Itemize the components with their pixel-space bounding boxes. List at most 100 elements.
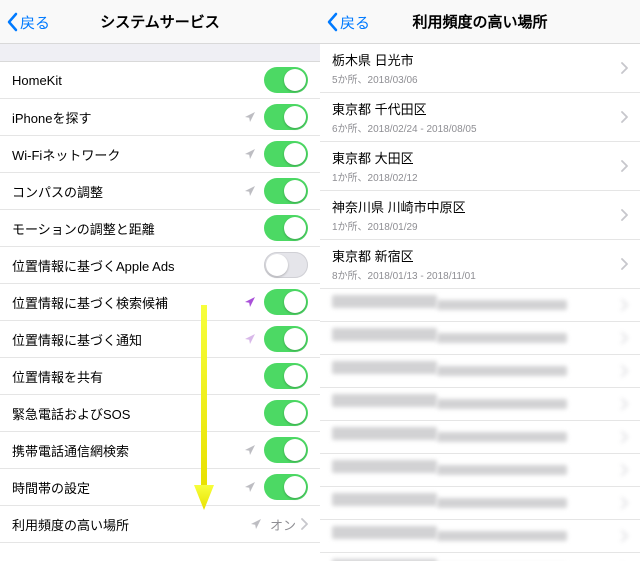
row-label: 利用頻度の高い場所 — [12, 515, 250, 534]
redacted-text — [437, 498, 567, 508]
location-subtitle: 1か所、2018/01/29 — [332, 218, 620, 233]
redacted-text — [437, 333, 567, 343]
row-label: Wi-Fiネットワーク — [12, 145, 244, 164]
location-title: 栃木県 日光市 — [332, 50, 620, 69]
left-pane: 戻る システムサービス HomeKitiPhoneを探すWi-Fiネットワークコ… — [0, 0, 320, 561]
settings-row: 時間帯の設定 — [0, 469, 320, 506]
chevron-right-icon — [300, 518, 308, 530]
redacted-text — [332, 460, 437, 473]
location-title: 東京都 大田区 — [332, 148, 620, 167]
chevron-right-icon — [620, 332, 628, 344]
location-row[interactable]: 東京都 千代田区 6か所、2018/02/24 - 2018/08/05 — [320, 93, 640, 142]
page-title: 利用頻度の高い場所 — [412, 11, 547, 32]
settings-row: 位置情報に基づく検索候補 — [0, 284, 320, 321]
location-subtitle: 6か所、2018/02/24 - 2018/08/05 — [332, 120, 620, 135]
location-title: 東京都 千代田区 — [332, 99, 620, 118]
back-label: 戻る — [340, 12, 370, 33]
location-title: 東京都 新宿区 — [332, 246, 620, 265]
redacted-text — [437, 366, 567, 376]
location-subtitle: 1か所、2018/02/12 — [332, 169, 620, 184]
row-label: 位置情報に基づくApple Ads — [12, 256, 264, 275]
settings-row: 位置情報に基づくApple Ads — [0, 247, 320, 284]
nav-bar: 戻る 利用頻度の高い場所 — [320, 0, 640, 44]
location-row-redacted — [320, 421, 640, 454]
redacted-text — [437, 432, 567, 442]
redacted-text — [332, 493, 437, 506]
location-row-redacted — [320, 553, 640, 561]
redacted-text — [437, 300, 567, 310]
toggle-switch[interactable] — [264, 178, 308, 204]
chevron-right-icon — [620, 299, 628, 311]
chevron-right-icon — [620, 111, 628, 123]
toggle-switch[interactable] — [264, 326, 308, 352]
settings-row: 位置情報を共有 — [0, 358, 320, 395]
redacted-text — [437, 465, 567, 475]
chevron-right-icon — [620, 497, 628, 509]
screenshot: 戻る システムサービス HomeKitiPhoneを探すWi-Fiネットワークコ… — [0, 0, 640, 561]
row-label: 緊急電話およびSOS — [12, 404, 264, 423]
location-row-redacted — [320, 520, 640, 553]
location-arrow-icon — [244, 148, 256, 160]
back-label: 戻る — [20, 12, 50, 33]
row-label: モーションの調整と距離 — [12, 219, 264, 238]
row-value: オン — [270, 515, 296, 534]
toggle-switch[interactable] — [264, 67, 308, 93]
location-arrow-icon — [244, 296, 256, 308]
chevron-right-icon — [620, 398, 628, 410]
chevron-right-icon — [620, 258, 628, 270]
chevron-right-icon — [620, 530, 628, 542]
toggle-switch[interactable] — [264, 474, 308, 500]
settings-row: モーションの調整と距離 — [0, 210, 320, 247]
location-row[interactable]: 神奈川県 川崎市中原区1か所、2018/01/29 — [320, 191, 640, 240]
settings-row: コンパスの調整 — [0, 173, 320, 210]
row-label: コンパスの調整 — [12, 182, 244, 201]
location-row-redacted — [320, 454, 640, 487]
chevron-right-icon — [620, 62, 628, 74]
redacted-text — [437, 531, 567, 541]
nav-bar: 戻る システムサービス — [0, 0, 320, 44]
redacted-text — [332, 328, 437, 341]
row-label: 位置情報に基づく検索候補 — [12, 293, 244, 312]
location-arrow-icon — [244, 444, 256, 456]
page-title: システムサービス — [100, 11, 220, 32]
toggle-switch[interactable] — [264, 104, 308, 130]
settings-row: 携帯電話通信網検索 — [0, 432, 320, 469]
toggle-switch[interactable] — [264, 363, 308, 389]
significant-locations-row[interactable]: 利用頻度の高い場所 オン — [0, 506, 320, 543]
toggle-switch[interactable] — [264, 215, 308, 241]
toggle-switch[interactable] — [264, 437, 308, 463]
toggle-switch[interactable] — [264, 400, 308, 426]
location-row-redacted — [320, 487, 640, 520]
redacted-text — [332, 295, 437, 308]
location-arrow-icon — [244, 333, 256, 345]
chevron-left-icon — [6, 12, 18, 32]
row-label: 位置情報に基づく通知 — [12, 330, 244, 349]
chevron-right-icon — [620, 209, 628, 221]
toggle-switch[interactable] — [264, 289, 308, 315]
back-button[interactable]: 戻る — [6, 0, 50, 44]
location-arrow-icon — [250, 518, 262, 530]
location-row[interactable]: 栃木県 日光市 5か所、2018/03/06 — [320, 44, 640, 93]
row-label: HomeKit — [12, 73, 264, 88]
chevron-right-icon — [620, 431, 628, 443]
settings-row: HomeKit — [0, 62, 320, 99]
chevron-left-icon — [326, 12, 338, 32]
chevron-right-icon — [620, 365, 628, 377]
location-row[interactable]: 東京都 新宿区 8か所、2018/01/13 - 2018/11/01 — [320, 240, 640, 289]
toggle-switch[interactable] — [264, 141, 308, 167]
chevron-right-icon — [620, 464, 628, 476]
redacted-text — [437, 399, 567, 409]
settings-row: 位置情報に基づく通知 — [0, 321, 320, 358]
settings-row: 緊急電話およびSOS — [0, 395, 320, 432]
location-row[interactable]: 東京都 大田区 1か所、2018/02/12 — [320, 142, 640, 191]
location-arrow-icon — [244, 481, 256, 493]
toggle-switch[interactable] — [264, 252, 308, 278]
section-spacer — [0, 44, 320, 62]
location-subtitle: 8か所、2018/01/13 - 2018/11/01 — [332, 267, 620, 282]
redacted-text — [332, 394, 437, 407]
redacted-text — [332, 427, 437, 440]
settings-row: Wi-Fiネットワーク — [0, 136, 320, 173]
back-button[interactable]: 戻る — [326, 0, 370, 44]
location-subtitle: 5か所、2018/03/06 — [332, 71, 620, 86]
row-label: 携帯電話通信網検索 — [12, 441, 244, 460]
